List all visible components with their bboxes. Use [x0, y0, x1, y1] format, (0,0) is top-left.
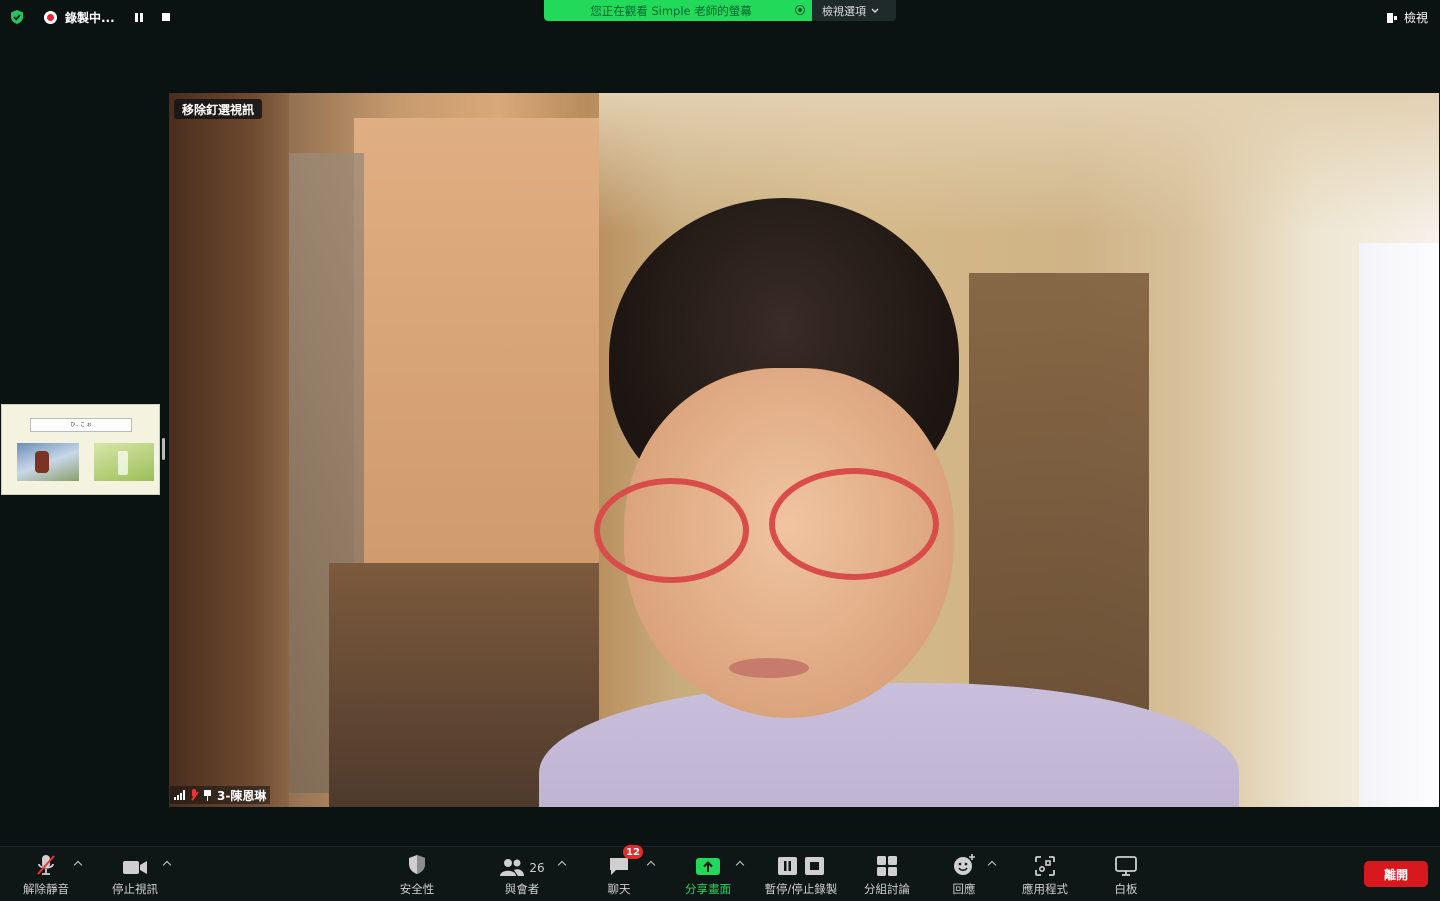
whiteboard-label: 白板 — [1114, 882, 1138, 896]
stop-video-label: 停止視訊 — [112, 882, 158, 896]
pause-stop-record-button[interactable]: 暫停/停止錄製 — [760, 847, 842, 901]
chat-button[interactable]: 12 聊天 — [602, 845, 643, 901]
stop-icon[interactable] — [161, 13, 170, 21]
video-bg-window — [1359, 243, 1439, 807]
participant-name-tag: 3-陳恩琳 — [170, 786, 271, 804]
video-person-mouth — [729, 658, 809, 678]
reaction-icon — [954, 854, 975, 875]
share-screen-label: 分享畫面 — [685, 882, 731, 896]
reactions-options-caret[interactable] — [988, 860, 996, 868]
participants-icon — [500, 859, 525, 876]
bottom-toolbar: 解除靜音 停止視訊 安全性 26 與會者 12 聊天 分享畫面 暫停/停止錄製 … — [0, 845, 1440, 901]
video-bg-door — [354, 118, 599, 598]
breakout-icon — [877, 856, 897, 876]
chat-options-caret[interactable] — [647, 860, 655, 868]
video-bg-shelf — [169, 93, 289, 807]
video-person-glasses-right — [769, 468, 939, 580]
participant-name: 3-陳恩琳 — [217, 788, 267, 803]
signal-icon — [174, 790, 185, 800]
chat-label: 聊天 — [607, 882, 631, 896]
reactions-label: 回應 — [952, 882, 976, 896]
view-button[interactable]: 檢視 — [1386, 9, 1428, 26]
target-icon — [795, 5, 805, 15]
remove-pin-button[interactable]: 移除釘選視訊 — [174, 99, 263, 119]
thumbnail-image-2 — [94, 443, 154, 481]
view-icon — [1386, 12, 1398, 23]
share-screen-icon — [696, 858, 720, 875]
video-icon — [123, 861, 147, 874]
view-options-button[interactable]: 檢視選項 — [812, 0, 896, 21]
recording-indicator: 錄製中... — [44, 8, 170, 26]
video-person-glasses-left — [594, 478, 749, 583]
shared-screen-thumbnail[interactable]: ひ.. こ ぉ — [1, 404, 160, 495]
apps-icon — [1035, 856, 1055, 876]
share-banner: 您正在觀看 Simple 老師的螢幕 檢視選項 — [544, 0, 896, 21]
security-label: 安全性 — [399, 882, 435, 896]
chevron-down-icon — [871, 8, 879, 13]
leave-button[interactable]: 離開 — [1364, 861, 1428, 887]
shield-check-icon[interactable] — [9, 9, 25, 25]
share-screen-button[interactable]: 分享畫面 — [682, 847, 734, 901]
recording-label: 錄製中... — [65, 10, 115, 25]
view-label: 檢視 — [1403, 11, 1428, 25]
participants-count: 26 — [529, 861, 545, 875]
share-options-caret[interactable] — [736, 860, 744, 868]
pin-icon — [203, 789, 212, 801]
pause-record-label: 暫停/停止錄製 — [764, 882, 838, 896]
share-banner-label: 您正在觀看 Simple 老師的螢幕 — [590, 3, 752, 18]
breakout-label: 分組討論 — [864, 882, 910, 896]
unmute-button[interactable]: 解除靜音 — [20, 847, 72, 901]
breakout-rooms-button[interactable]: 分組討論 — [861, 847, 913, 901]
unmute-label: 解除靜音 — [23, 882, 69, 896]
reactions-button[interactable]: 回應 — [950, 847, 978, 901]
thumbnail-resize-handle[interactable] — [162, 438, 165, 460]
chat-badge: 12 — [623, 845, 643, 859]
view-options-label: 檢視選項 — [822, 4, 866, 18]
mic-muted-icon — [190, 789, 198, 801]
security-button[interactable]: 安全性 — [396, 847, 438, 901]
participants-button[interactable]: 26 與會者 — [496, 847, 548, 901]
whiteboard-button[interactable]: 白板 — [1112, 847, 1140, 901]
apps-button[interactable]: 應用程式 — [1018, 847, 1072, 901]
thumbnail-image-1 — [17, 443, 79, 481]
whiteboard-icon — [1115, 856, 1137, 876]
unmute-options-caret[interactable] — [74, 860, 82, 868]
pause-stop-record-icon — [778, 857, 824, 875]
thumbnail-title-box: ひ.. こ ぉ — [30, 418, 132, 432]
participants-label: 與會者 — [504, 882, 540, 896]
shield-icon — [409, 855, 425, 874]
video-bg-bookcase — [969, 273, 1149, 713]
stop-video-button[interactable]: 停止視訊 — [108, 847, 162, 901]
participants-options-caret[interactable] — [558, 860, 566, 868]
mic-muted-icon — [37, 855, 55, 875]
pause-icon[interactable] — [134, 12, 144, 22]
apps-label: 應用程式 — [1022, 882, 1068, 896]
share-banner-text: 您正在觀看 Simple 老師的螢幕 — [544, 0, 812, 21]
video-options-caret[interactable] — [163, 860, 171, 868]
top-bar: 錄製中... 您正在觀看 Simple 老師的螢幕 檢視選項 檢視 — [0, 0, 1440, 34]
pinned-video[interactable] — [169, 93, 1439, 807]
record-icon — [44, 10, 57, 24]
